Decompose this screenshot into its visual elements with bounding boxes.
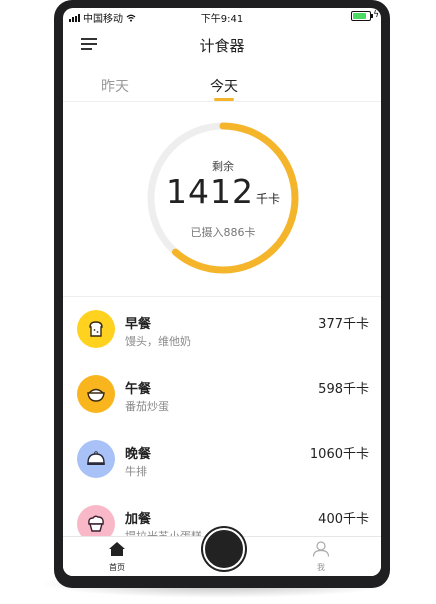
status-bar: 中国移动 下午9:41 ϟ <box>63 8 381 25</box>
consumed-text: 已摄入886卡 <box>190 226 256 239</box>
remaining-unit: 千卡 <box>255 192 280 206</box>
toast-bread-icon <box>77 310 115 348</box>
meal-calories: 377千卡 <box>318 317 369 332</box>
battery-icon <box>351 11 373 21</box>
remaining-value: 1412 <box>166 172 254 211</box>
meal-name: 午餐 <box>125 382 152 397</box>
app-screen: 中国移动 下午9:41 ϟ 计食器 昨天 今天 剩余 1412 千卡 已摄入886… <box>63 8 381 576</box>
tab-me-label: 我 <box>317 563 325 572</box>
meal-calories: 1060千卡 <box>309 447 369 462</box>
center-action-button[interactable] <box>203 528 245 570</box>
status-time: 下午9:41 <box>200 14 244 25</box>
home-icon <box>109 542 125 556</box>
tab-yesterday[interactable]: 昨天 <box>101 76 129 96</box>
rice-bowl-icon <box>77 375 115 413</box>
meal-foods: 馒头，维他奶 <box>125 335 191 348</box>
charging-icon: ϟ <box>373 10 379 20</box>
divider <box>63 296 381 297</box>
meal-foods: 牛排 <box>125 465 147 478</box>
user-icon <box>312 541 330 557</box>
meal-row-lunch[interactable]: 午餐 番茄炒蛋 598千卡 <box>63 375 381 439</box>
tab-me[interactable]: 我 <box>301 541 341 573</box>
meal-name: 早餐 <box>125 317 152 332</box>
meal-name: 晚餐 <box>125 447 152 462</box>
day-tabs: 昨天 今天 <box>63 72 381 102</box>
meal-row-dinner[interactable]: 晚餐 牛排 1060千卡 <box>63 440 381 504</box>
meal-row-breakfast[interactable]: 早餐 馒头，维他奶 377千卡 <box>63 310 381 374</box>
tab-home-label: 首页 <box>109 563 125 572</box>
nav-bar: 计食器 <box>63 24 381 64</box>
meal-foods: 番茄炒蛋 <box>125 400 169 413</box>
divider <box>63 101 381 102</box>
meal-calories: 598千卡 <box>318 382 369 397</box>
tab-home[interactable]: 首页 <box>97 541 137 573</box>
meal-calories: 400千卡 <box>318 512 369 527</box>
food-cloche-icon <box>77 440 115 478</box>
tab-today[interactable]: 今天 <box>210 76 238 96</box>
meal-name: 加餐 <box>125 512 152 527</box>
page-title: 计食器 <box>199 37 245 55</box>
